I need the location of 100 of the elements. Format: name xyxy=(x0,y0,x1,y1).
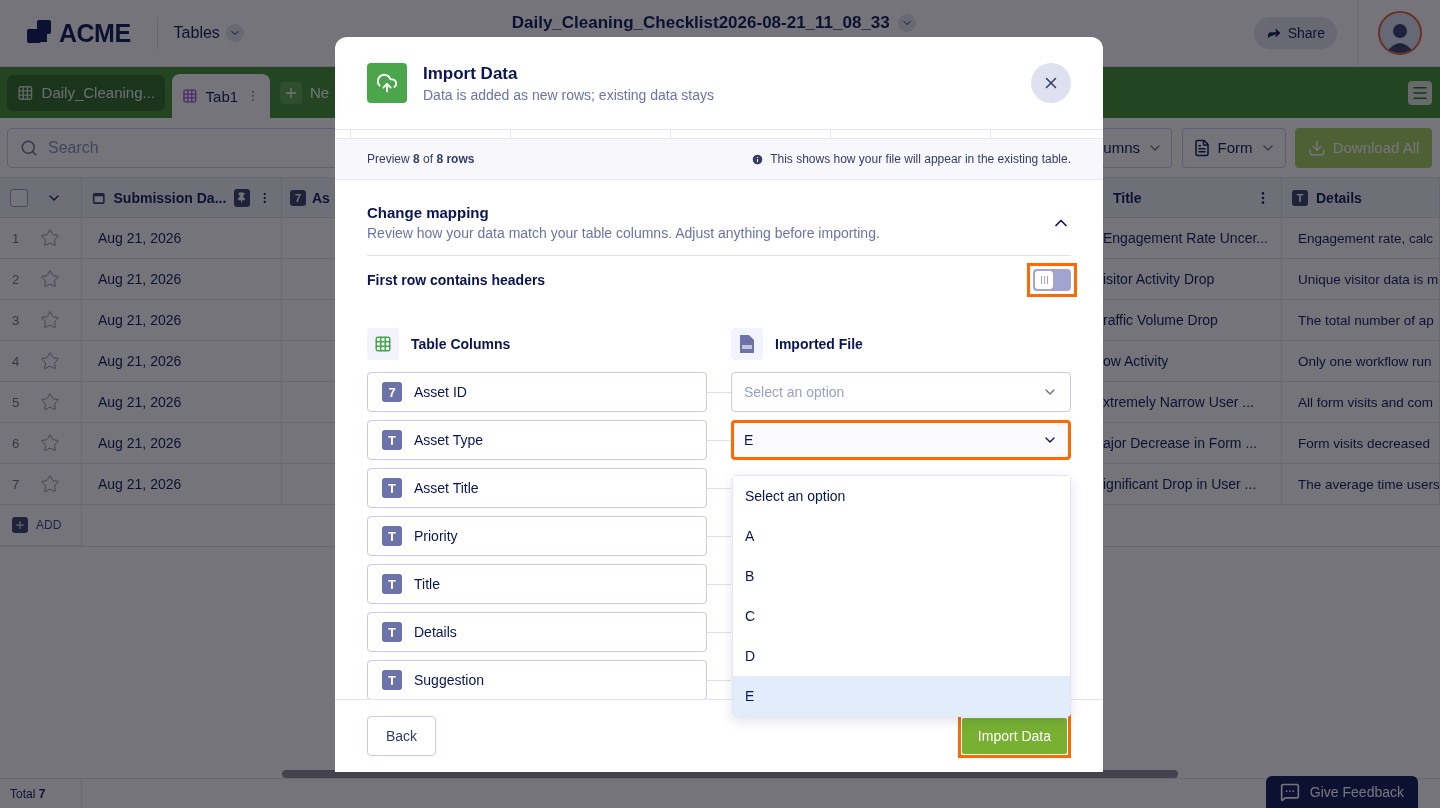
star-icon[interactable] xyxy=(40,433,60,453)
back-button[interactable]: Back xyxy=(367,716,437,756)
chat-icon xyxy=(1279,782,1300,802)
dropdown-option[interactable]: Select an option xyxy=(733,476,1070,516)
column-name: Asset Title xyxy=(414,480,479,496)
info-icon xyxy=(751,152,765,166)
table-icon xyxy=(182,87,198,105)
table-cell: The average time users xyxy=(1298,476,1439,492)
feedback-button[interactable]: Give Feedback xyxy=(1265,776,1418,808)
column-name: Title xyxy=(414,576,440,592)
tab[interactable]: Daily_Cleaning... xyxy=(7,74,165,111)
chevron-down-icon xyxy=(897,14,916,32)
table-cell: Aug 21, 2026 xyxy=(98,394,182,410)
field-type-icon: 7 xyxy=(382,382,402,402)
new-tab-button[interactable]: Ne xyxy=(277,81,330,104)
dropdown-option[interactable]: A xyxy=(733,516,1070,556)
table-cell: The total number of ap xyxy=(1298,312,1434,328)
column-header: Details xyxy=(1316,189,1362,206)
row-number: 6 xyxy=(12,435,21,451)
document-title[interactable]: Daily_Cleaning_Checklist2026-08-21_11_08_33 xyxy=(511,12,916,34)
column-name: Priority xyxy=(414,528,458,544)
tab[interactable]: Tab1 xyxy=(172,74,270,118)
checkbox[interactable] xyxy=(10,188,28,207)
field-type-icon: T xyxy=(382,478,402,498)
share-button[interactable]: Share xyxy=(1253,17,1337,49)
star-icon[interactable] xyxy=(40,474,60,494)
star-icon[interactable] xyxy=(40,392,60,412)
table-cell: ow Activity xyxy=(1103,353,1169,369)
table-cell: xtremely Narrow User ... xyxy=(1103,394,1254,410)
plus-icon xyxy=(280,81,302,104)
section-title: Change mapping xyxy=(367,204,490,221)
column-heading: Imported File xyxy=(775,336,863,352)
column-name: Asset ID xyxy=(414,384,467,400)
star-icon[interactable] xyxy=(40,269,60,289)
plus-icon xyxy=(12,517,28,533)
table-icon xyxy=(367,328,399,360)
dropdown-option[interactable]: B xyxy=(733,556,1070,596)
table-icon xyxy=(17,83,34,102)
table-cell: All form visits and com xyxy=(1298,394,1434,410)
chevron-down-icon xyxy=(225,24,244,42)
download-icon xyxy=(1307,138,1326,157)
tables-menu[interactable]: Tables xyxy=(173,24,244,42)
dropdown-option[interactable]: D xyxy=(733,636,1070,676)
field-type-icon: T xyxy=(382,526,402,546)
table-cell: Aug 21, 2026 xyxy=(98,435,182,451)
text-type-icon: T xyxy=(1292,189,1308,206)
section-description: Review how your data match your table columns. Adjust anything before importing. xyxy=(367,225,881,241)
table-cell: ajor Decrease in Form ... xyxy=(1103,435,1258,451)
row-number: 3 xyxy=(12,312,21,328)
preview-note: This shows how your file will appear in the existing table. xyxy=(770,152,1071,166)
table-cell: Engagement rate, calc xyxy=(1298,230,1434,246)
table-cell: Aug 21, 2026 xyxy=(98,271,182,287)
select-field[interactable]: Select an option xyxy=(731,372,1071,412)
field-type-icon: T xyxy=(382,622,402,642)
number-type-icon: 7 xyxy=(290,189,306,206)
column-header: As xyxy=(312,189,330,206)
row-number: 5 xyxy=(12,394,21,410)
add-row-button[interactable]: ADD xyxy=(12,517,62,533)
star-icon[interactable] xyxy=(40,228,60,248)
preview-count: Preview 8 of 8 rows xyxy=(367,152,475,166)
avatar[interactable] xyxy=(1378,11,1422,55)
pin-icon[interactable] xyxy=(234,188,250,207)
menu-button[interactable] xyxy=(1408,80,1432,105)
field-type-icon: T xyxy=(382,670,402,690)
table-cell: Aug 21, 2026 xyxy=(98,230,182,246)
toggle-label: First row contains headers xyxy=(367,272,546,288)
star-icon[interactable] xyxy=(40,310,60,330)
toggle-switch[interactable] xyxy=(1033,269,1071,291)
dropdown-button[interactable]: Form xyxy=(1182,127,1286,168)
column-header: Submission Da... xyxy=(113,189,227,206)
search-icon xyxy=(20,138,38,157)
row-number: 4 xyxy=(12,353,21,369)
table-cell: raffic Volume Drop xyxy=(1103,312,1218,328)
table-cell: Only one workflow run xyxy=(1298,353,1432,369)
logo-text: ACME xyxy=(59,18,131,48)
file-icon xyxy=(731,328,763,360)
column-name: Suggestion xyxy=(414,672,485,688)
table-cell: Aug 21, 2026 xyxy=(98,476,182,492)
total-count: Total 7 xyxy=(0,778,82,808)
row-number: 7 xyxy=(12,476,21,492)
row-number: 1 xyxy=(12,230,21,246)
toggle-knob xyxy=(1035,271,1053,289)
table-cell: Engagement Rate Uncer... xyxy=(1103,230,1268,246)
table-cell: Unique visitor data is m xyxy=(1298,271,1439,287)
dropdown-option[interactable]: E xyxy=(733,676,1070,716)
table-cell: Aug 21, 2026 xyxy=(98,312,182,328)
field-type-icon: T xyxy=(382,430,402,450)
column-header: Title xyxy=(1113,189,1142,206)
row-number: 2 xyxy=(12,271,21,287)
cloud-upload-icon xyxy=(367,63,407,103)
select-field[interactable]: E xyxy=(731,420,1071,460)
field-type-icon: T xyxy=(382,574,402,594)
dialog-subtitle: Data is added as new rows; existing data stays xyxy=(423,86,716,103)
table-cell: Aug 21, 2026 xyxy=(98,353,182,369)
column-name: Details xyxy=(414,624,457,640)
import-button[interactable]: Import Data xyxy=(961,718,1067,754)
star-icon[interactable] xyxy=(40,351,60,371)
column-heading: Table Columns xyxy=(411,336,511,352)
dropdown-option[interactable]: C xyxy=(733,596,1070,636)
close-button[interactable] xyxy=(1031,63,1071,103)
